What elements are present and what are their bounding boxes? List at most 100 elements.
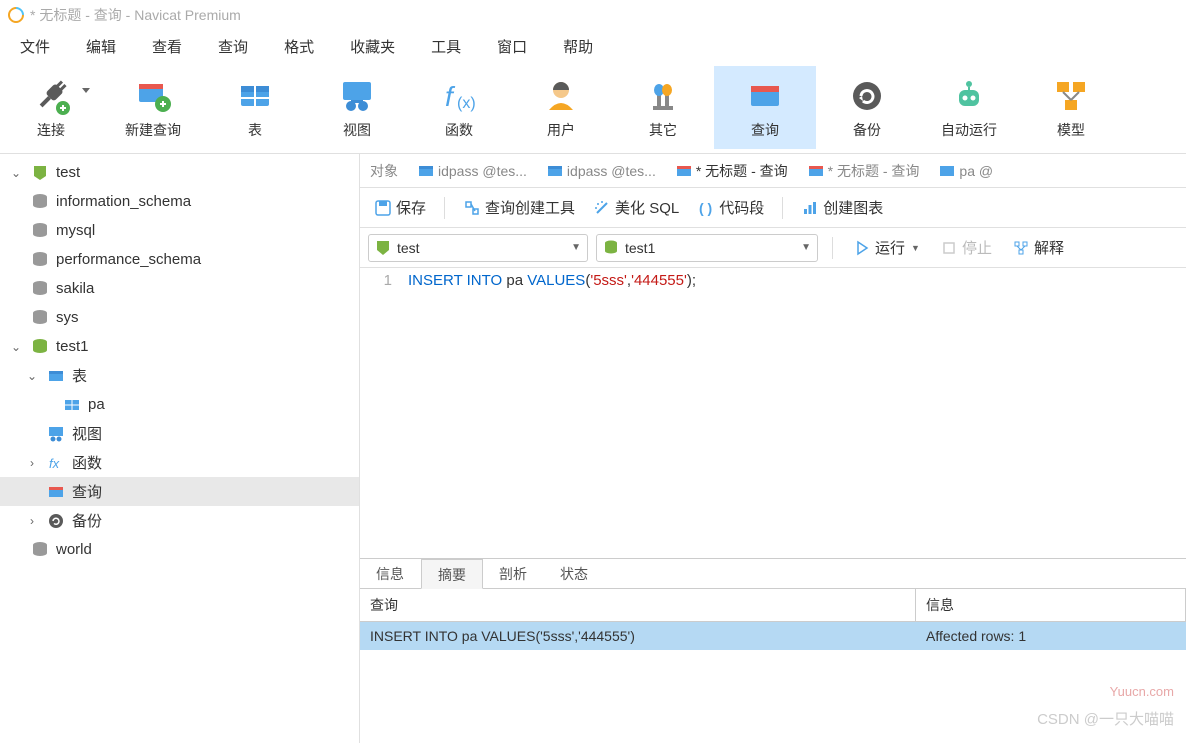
content-area: 对象 idpass @tes... idpass @tes... * 无标题 -… [360, 154, 1186, 743]
tree-backups[interactable]: › 备份 [0, 506, 359, 535]
tree-db-world[interactable]: world [0, 535, 359, 564]
tab-pa[interactable]: pa @ [929, 157, 1003, 185]
robot-icon [949, 76, 989, 116]
tool-connect[interactable]: 连接 [0, 66, 102, 149]
tree-db-sys[interactable]: sys [0, 303, 359, 332]
titlebar: * 无标题 - 查询 - Navicat Premium [0, 0, 1186, 30]
tab-untitled-2[interactable]: * 无标题 - 查询 [798, 155, 930, 187]
database-select[interactable]: test1 ▼ [596, 234, 818, 262]
tree-label: pa [88, 396, 105, 413]
menu-query[interactable]: 查询 [202, 32, 264, 61]
chevron-down-icon: ▼ [571, 242, 581, 253]
tool-query[interactable]: 查询 [714, 66, 816, 149]
tree-queries[interactable]: 查询 [0, 477, 359, 506]
beautify-button[interactable]: 美化 SQL [587, 193, 685, 222]
tree-label: mysql [56, 222, 95, 239]
divider [832, 237, 833, 259]
tool-model[interactable]: 模型 [1020, 66, 1122, 149]
rtab-profile[interactable]: 剖析 [483, 559, 544, 588]
tree-label: 备份 [72, 510, 102, 531]
sql-editor[interactable]: 1 INSERT INTO pa VALUES('5sss','444555')… [360, 268, 1186, 558]
tree-toggle-icon[interactable]: ⌄ [8, 165, 24, 181]
tab-idpass-2[interactable]: idpass @tes... [537, 157, 666, 185]
toolbar: 连接 新建查询 表 视图 f(x) 函数 用户 其它 [0, 62, 1186, 154]
rtab-summary[interactable]: 摘要 [421, 559, 483, 589]
tree-label: sys [56, 309, 79, 326]
result-header: 查询 信息 [360, 589, 1186, 622]
db-icon [30, 221, 50, 241]
tab-idpass-1[interactable]: idpass @tes... [408, 157, 537, 185]
menu-help[interactable]: 帮助 [547, 32, 609, 61]
backup-folder-icon [46, 511, 66, 531]
tree-table-pa[interactable]: pa [0, 390, 359, 419]
menu-edit[interactable]: 编辑 [70, 32, 132, 61]
tool-auto[interactable]: 自动运行 [918, 66, 1020, 149]
stop-button: 停止 [934, 233, 998, 262]
tree-label: test [56, 164, 80, 181]
tree-functions[interactable]: › fx 函数 [0, 448, 359, 477]
db-icon [30, 279, 50, 299]
chart-button[interactable]: 创建图表 [795, 193, 889, 222]
svg-text:( ): ( ) [699, 200, 712, 216]
snippets-button[interactable]: ( ) 代码段 [691, 193, 770, 222]
tab-objects[interactable]: 对象 [360, 155, 408, 187]
tree-toggle-icon[interactable]: › [24, 513, 40, 529]
code-area[interactable]: INSERT INTO pa VALUES('5sss','444555'); [400, 268, 1186, 558]
plug-icon [31, 76, 71, 116]
save-button[interactable]: 保存 [368, 193, 432, 222]
watermark-site: Yuucn.com [1110, 684, 1174, 699]
header-query[interactable]: 查询 [360, 589, 916, 621]
tree-toggle-icon[interactable]: ⌄ [8, 339, 24, 355]
tree-views[interactable]: 视图 [0, 419, 359, 448]
tool-user[interactable]: 用户 [510, 66, 612, 149]
result-tabs: 信息 摘要 剖析 状态 [360, 559, 1186, 589]
menu-format[interactable]: 格式 [268, 32, 330, 61]
tree-label: test1 [56, 338, 89, 355]
query-folder-icon [46, 482, 66, 502]
tree-tables[interactable]: ⌄ 表 [0, 361, 359, 390]
tree-db-performance-schema[interactable]: performance_schema [0, 245, 359, 274]
backup-icon [847, 76, 887, 116]
tree-db-test1[interactable]: ⌄ test1 [0, 332, 359, 361]
tree-toggle-icon[interactable]: › [24, 455, 40, 471]
menu-file[interactable]: 文件 [4, 32, 66, 61]
tree-conn-test[interactable]: ⌄ test [0, 158, 359, 187]
line-gutter: 1 [360, 268, 400, 558]
tree-db-information-schema[interactable]: information_schema [0, 187, 359, 216]
run-button[interactable]: 运行 ▼ [847, 233, 926, 262]
svg-text:(x): (x) [457, 95, 476, 112]
menu-window[interactable]: 窗口 [481, 32, 543, 61]
tool-view[interactable]: 视图 [306, 66, 408, 149]
tab-untitled-1[interactable]: * 无标题 - 查询 [666, 155, 798, 187]
menu-favorites[interactable]: 收藏夹 [334, 32, 411, 61]
connection-select[interactable]: test ▼ [368, 234, 588, 262]
menu-view[interactable]: 查看 [136, 32, 198, 61]
watermark-author: CSDN @一只大喵喵 [1037, 708, 1174, 729]
brackets-icon: ( ) [697, 199, 715, 217]
explain-button[interactable]: 解释 [1006, 233, 1070, 262]
db-open-icon [30, 337, 50, 357]
tool-backup[interactable]: 备份 [816, 66, 918, 149]
tree-toggle-icon[interactable]: ⌄ [24, 368, 40, 384]
tool-table[interactable]: 表 [204, 66, 306, 149]
result-row[interactable]: INSERT INTO pa VALUES('5sss','444555') A… [360, 622, 1186, 650]
query-builder-button[interactable]: 查询创建工具 [457, 193, 581, 222]
tree-label: 视图 [72, 423, 102, 444]
tool-function[interactable]: f(x) 函数 [408, 66, 510, 149]
view-folder-icon [46, 424, 66, 444]
save-icon [374, 199, 392, 217]
query-icon [676, 163, 692, 179]
play-icon [853, 239, 871, 257]
db-icon [30, 192, 50, 212]
menu-tools[interactable]: 工具 [415, 32, 477, 61]
svg-text:f: f [445, 81, 456, 112]
tree-db-sakila[interactable]: sakila [0, 274, 359, 303]
tool-other[interactable]: 其它 [612, 66, 714, 149]
tree-db-mysql[interactable]: mysql [0, 216, 359, 245]
rtab-status[interactable]: 状态 [544, 559, 605, 588]
rtab-info[interactable]: 信息 [360, 559, 421, 588]
connection-row: test ▼ test1 ▼ 运行 ▼ 停止 解释 [360, 228, 1186, 268]
tool-new-query[interactable]: 新建查询 [102, 66, 204, 149]
connection-icon [30, 163, 50, 183]
header-info[interactable]: 信息 [916, 589, 1186, 621]
